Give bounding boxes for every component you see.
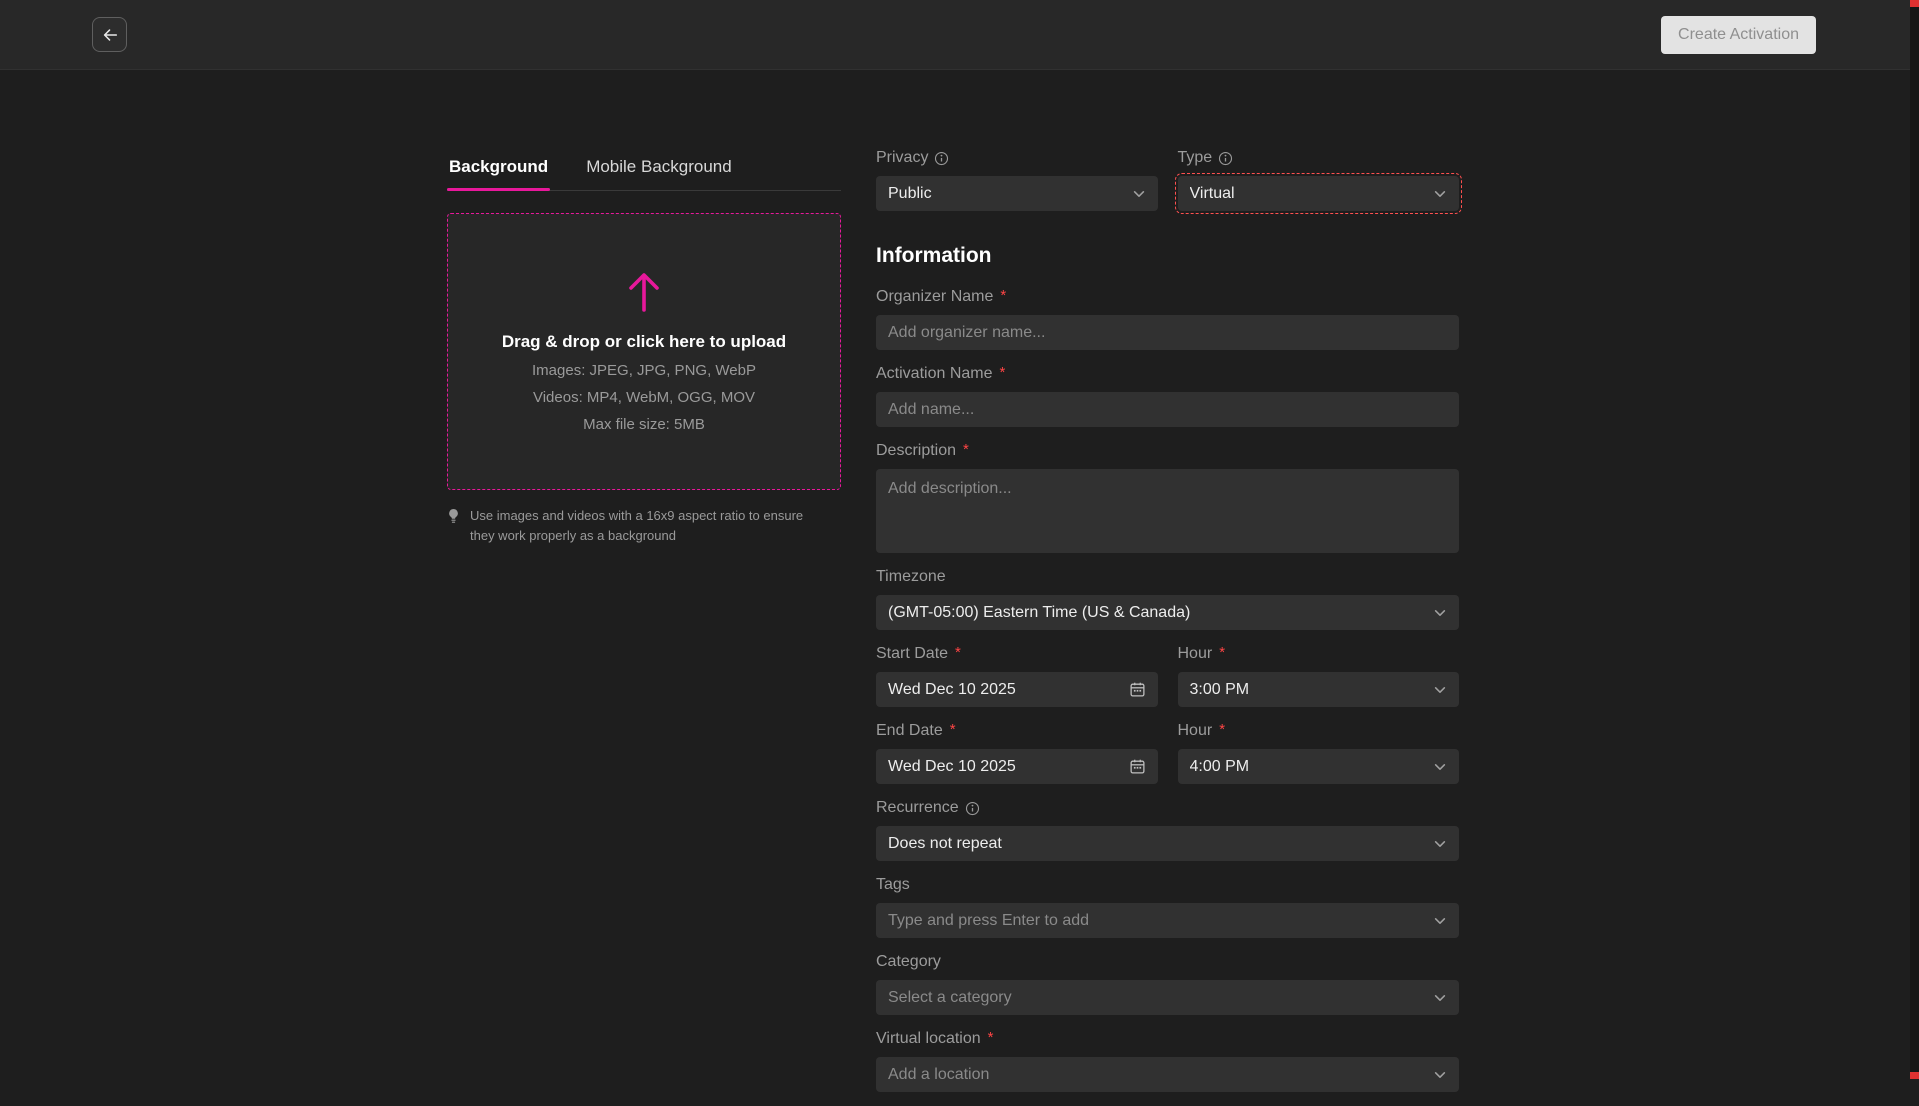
start-hour-label: Hour <box>1178 645 1213 663</box>
media-panel: Background Mobile Background Drag & drop… <box>447 150 841 545</box>
category-group: Category Select a category <box>876 952 1459 1015</box>
activation-name-label: Activation Name <box>876 365 993 383</box>
create-activation-button[interactable]: Create Activation <box>1661 16 1816 54</box>
organizer-name-input[interactable] <box>876 315 1459 350</box>
end-hour-select[interactable]: 4:00 PM <box>1178 749 1460 784</box>
calendar-icon <box>1129 758 1146 775</box>
end-hour-label: Hour <box>1178 722 1213 740</box>
chevron-down-icon <box>1132 187 1146 201</box>
recurrence-label: Recurrence <box>876 799 959 817</box>
tags-group: Tags Type and press Enter to add <box>876 875 1459 938</box>
virtual-location-group: Virtual location * Add a location <box>876 1029 1459 1092</box>
required-asterisk: * <box>955 644 961 661</box>
recurrence-group: Recurrence Does not repeat <box>876 798 1459 861</box>
start-date-label: Start Date <box>876 645 948 663</box>
category-placeholder: Select a category <box>888 989 1012 1007</box>
start-date-group: Start Date * Wed Dec 10 2025 <box>876 644 1158 707</box>
required-asterisk: * <box>950 721 956 738</box>
chevron-down-icon <box>1433 1068 1447 1082</box>
timezone-group: Timezone (GMT-05:00) Eastern Time (US & … <box>876 567 1459 630</box>
end-date-label: End Date <box>876 722 943 740</box>
privacy-value: Public <box>888 185 932 203</box>
category-select[interactable]: Select a category <box>876 980 1459 1015</box>
end-hour-group: Hour * 4:00 PM <box>1178 721 1460 784</box>
scroll-mark-bottom <box>1910 1072 1919 1079</box>
chevron-down-icon <box>1433 683 1447 697</box>
activation-name-input[interactable] <box>876 392 1459 427</box>
privacy-group: Privacy Public <box>876 148 1158 211</box>
start-hour-select[interactable]: 3:00 PM <box>1178 672 1460 707</box>
timezone-label: Timezone <box>876 568 946 586</box>
tab-background[interactable]: Background <box>447 150 550 190</box>
chevron-down-icon <box>1433 914 1447 928</box>
required-asterisk: * <box>1219 644 1225 661</box>
description-group: Description * <box>876 441 1459 553</box>
privacy-select[interactable]: Public <box>876 176 1158 211</box>
required-asterisk: * <box>1000 364 1006 381</box>
organizer-name-group: Organizer Name * <box>876 287 1459 350</box>
end-date-group: End Date * Wed Dec 10 2025 <box>876 721 1158 784</box>
virtual-location-select[interactable]: Add a location <box>876 1057 1459 1092</box>
description-textarea[interactable] <box>876 469 1459 553</box>
end-date-field[interactable]: Wed Dec 10 2025 <box>876 749 1158 784</box>
tab-mobile-background[interactable]: Mobile Background <box>584 150 734 190</box>
virtual-location-placeholder: Add a location <box>888 1066 989 1084</box>
required-asterisk: * <box>963 441 969 458</box>
start-hour-group: Hour * 3:00 PM <box>1178 644 1460 707</box>
virtual-location-label: Virtual location <box>876 1030 981 1048</box>
chevron-down-icon <box>1433 991 1447 1005</box>
chevron-down-icon <box>1433 606 1447 620</box>
upload-dropzone[interactable]: Drag & drop or click here to upload Imag… <box>447 213 841 490</box>
tags-select[interactable]: Type and press Enter to add <box>876 903 1459 938</box>
upload-arrow-icon <box>625 270 663 312</box>
chevron-down-icon <box>1433 760 1447 774</box>
start-hour-value: 3:00 PM <box>1190 681 1250 699</box>
background-tabs: Background Mobile Background <box>447 150 841 191</box>
recurrence-value: Does not repeat <box>888 835 1002 853</box>
upload-videos-formats: Videos: MP4, WebM, OGG, MOV <box>533 389 755 406</box>
category-label: Category <box>876 953 941 971</box>
back-button[interactable] <box>92 17 127 52</box>
required-asterisk: * <box>988 1029 994 1046</box>
scroll-mark-top <box>1910 0 1919 7</box>
description-label: Description <box>876 442 956 460</box>
start-date-field[interactable]: Wed Dec 10 2025 <box>876 672 1158 707</box>
aspect-ratio-tip: Use images and videos with a 16x9 aspect… <box>447 506 807 545</box>
chevron-down-icon <box>1433 187 1447 201</box>
type-info-icon[interactable] <box>1218 151 1233 166</box>
type-value: Virtual <box>1190 185 1235 203</box>
information-heading: Information <box>876 243 1459 269</box>
upload-max-size: Max file size: 5MB <box>583 416 705 433</box>
type-label: Type <box>1178 149 1213 167</box>
timezone-value: (GMT-05:00) Eastern Time (US & Canada) <box>888 604 1190 622</box>
timezone-select[interactable]: (GMT-05:00) Eastern Time (US & Canada) <box>876 595 1459 630</box>
privacy-info-icon[interactable] <box>934 151 949 166</box>
type-group: Type Virtual <box>1178 148 1460 211</box>
required-asterisk: * <box>1000 287 1006 304</box>
upload-images-formats: Images: JPEG, JPG, PNG, WebP <box>532 362 756 379</box>
tip-text: Use images and videos with a 16x9 aspect… <box>470 506 807 545</box>
calendar-icon <box>1129 681 1146 698</box>
organizer-name-label: Organizer Name <box>876 288 993 306</box>
arrow-left-icon <box>101 26 119 44</box>
recurrence-info-icon[interactable] <box>965 801 980 816</box>
type-select[interactable]: Virtual <box>1178 176 1460 211</box>
privacy-label: Privacy <box>876 149 928 167</box>
lightbulb-icon <box>447 508 460 525</box>
activation-form: Privacy Public Type <box>876 148 1459 1106</box>
required-asterisk: * <box>1219 721 1225 738</box>
topbar: Create Activation <box>0 0 1919 70</box>
end-hour-value: 4:00 PM <box>1190 758 1250 776</box>
start-date-value: Wed Dec 10 2025 <box>888 681 1016 699</box>
upload-title: Drag & drop or click here to upload <box>502 332 786 352</box>
recurrence-select[interactable]: Does not repeat <box>876 826 1459 861</box>
end-date-value: Wed Dec 10 2025 <box>888 758 1016 776</box>
scrollbar[interactable] <box>1910 0 1919 1079</box>
tags-label: Tags <box>876 876 910 894</box>
tags-placeholder: Type and press Enter to add <box>888 912 1089 930</box>
create-activation-screen: Create Activation Background Mobile Back… <box>0 0 1919 1079</box>
chevron-down-icon <box>1433 837 1447 851</box>
activation-name-group: Activation Name * <box>876 364 1459 427</box>
